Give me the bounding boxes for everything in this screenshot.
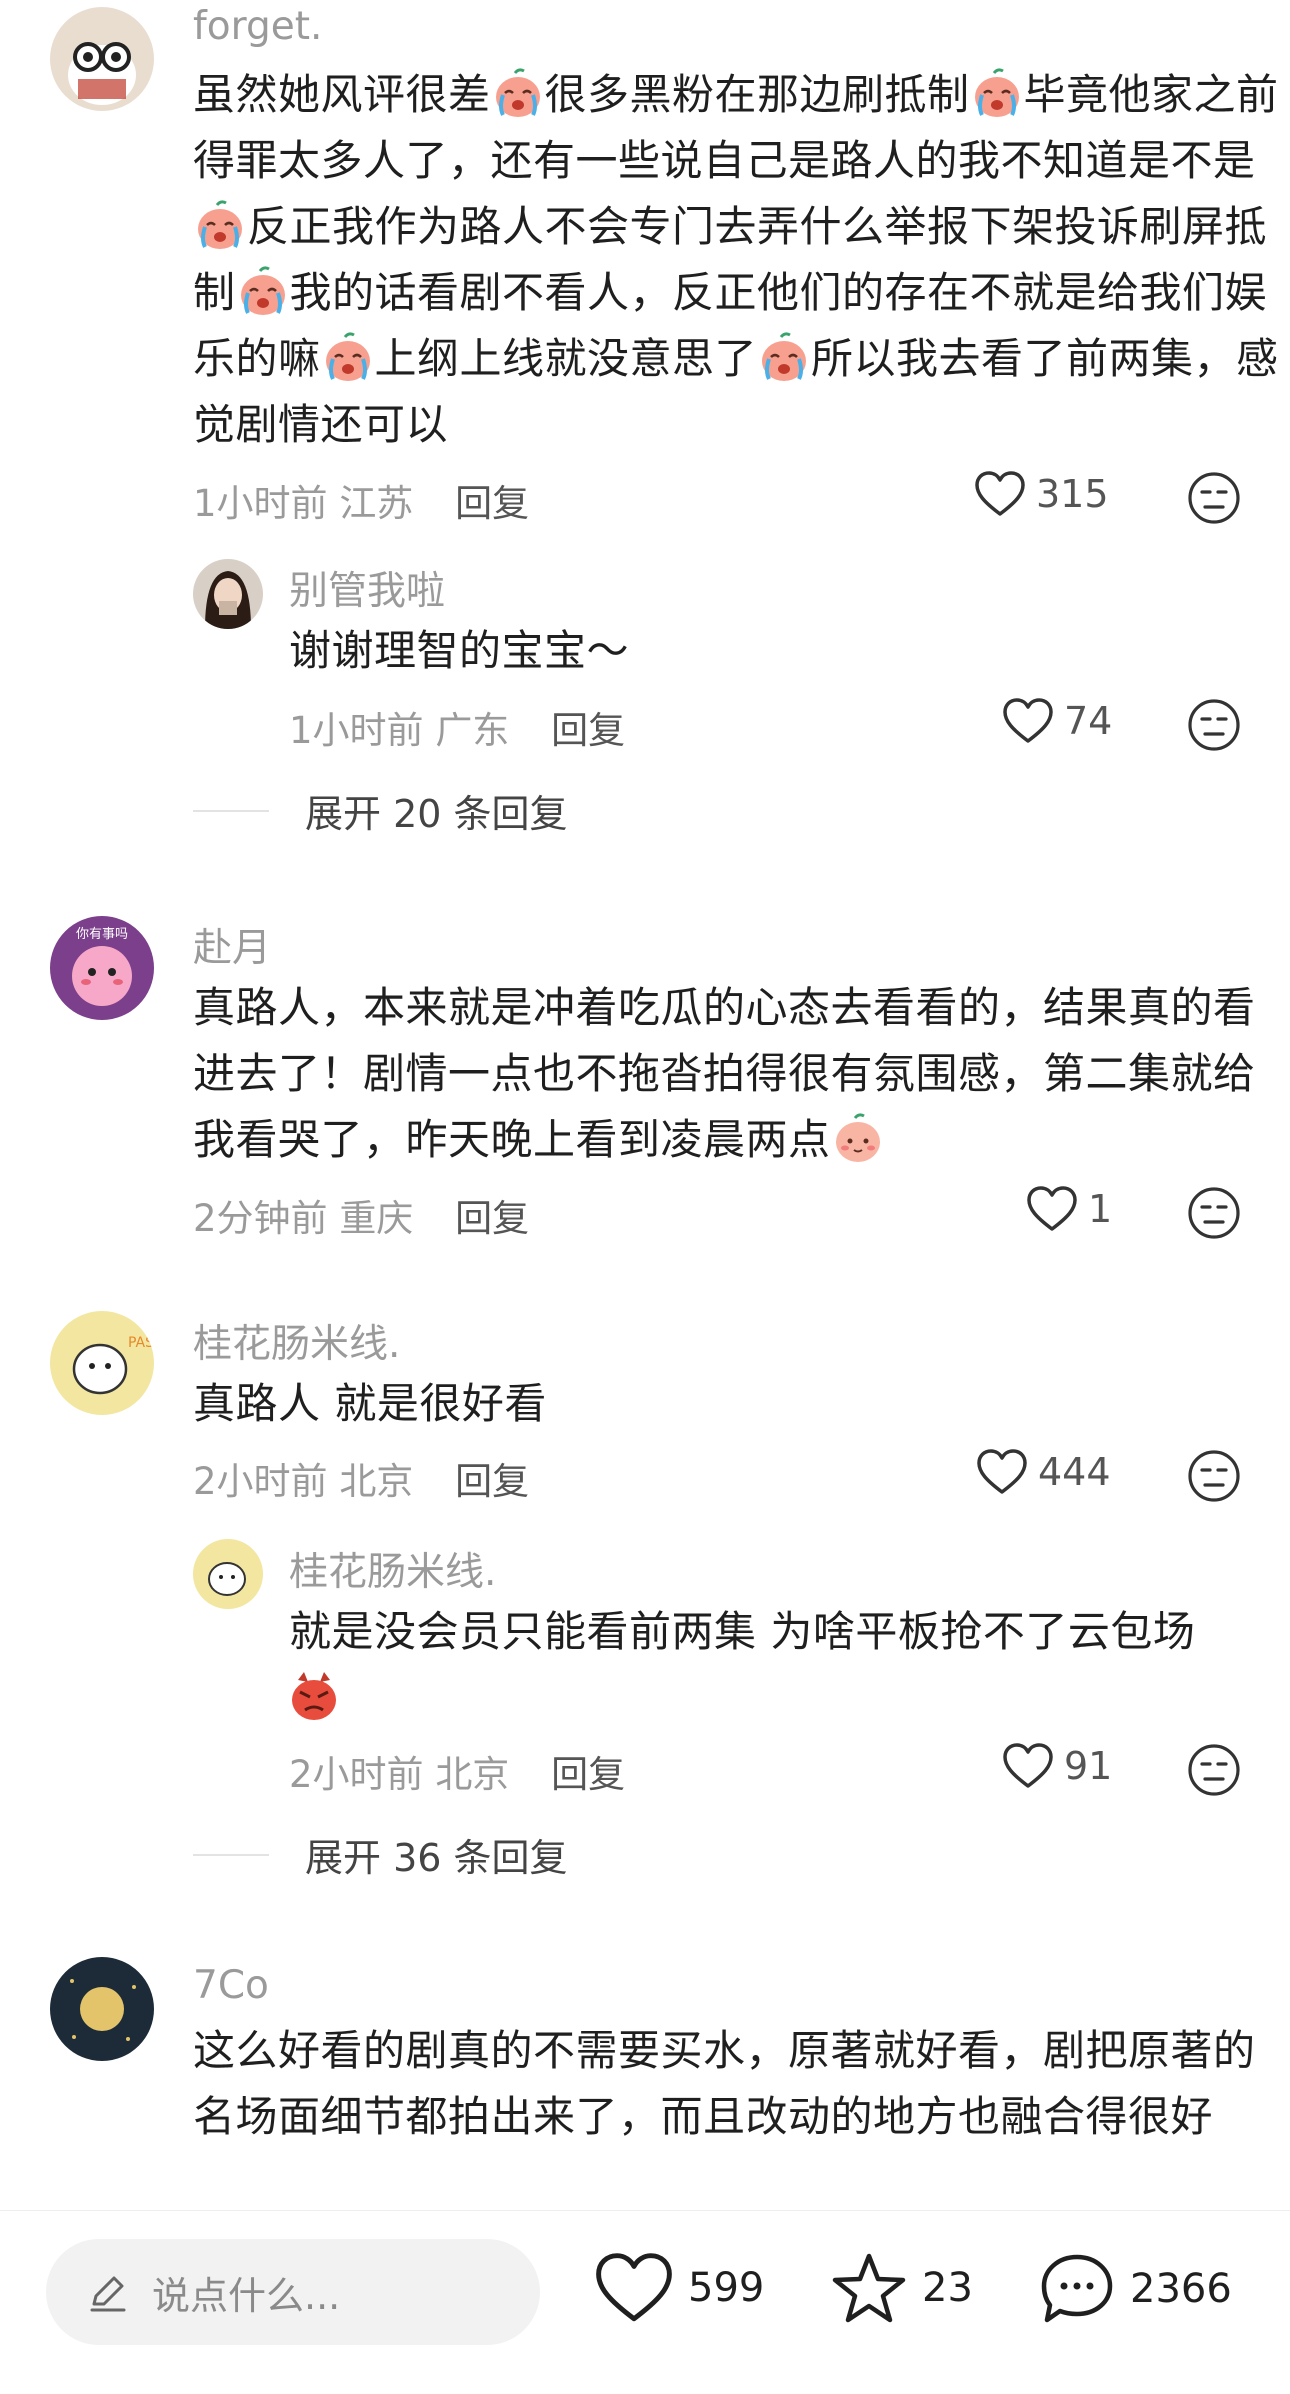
shy-emoji [833,1112,883,1164]
comment-meta: 1小时前 江苏 回复 [193,473,529,527]
comment-username[interactable]: 7Co [193,1963,269,2008]
comment-text-segment: 虽然她风评很差 [193,70,491,119]
comment-location: 北京 [339,1460,414,1503]
comment-time: 2分钟前 [193,1197,328,1240]
cry-emoji [493,67,543,119]
avatar-caption: 你有事吗 [76,927,128,942]
favorite-count: 23 [922,2265,973,2311]
reply-time: 1小时前 [289,709,424,752]
comment-username[interactable]: 赴月 [193,917,271,973]
comment-location: 江苏 [339,482,414,525]
heart-icon [1026,1185,1078,1233]
cry-emoji [238,265,288,317]
avatar[interactable] [50,7,154,111]
comment-meta: 2分钟前 重庆 回复 [193,1188,529,1242]
like-count: 315 [1036,472,1109,516]
favorite-button[interactable]: 23 [830,2251,973,2325]
reply-username[interactable]: 别管我啦 [289,560,445,616]
heart-icon [1002,1742,1054,1790]
dislike-face-icon [1186,1185,1242,1241]
comment-text: 这么好看的剧真的不需要买水，原著就好看，剧把原著的名场面细节都拍出来了，而且改动… [193,2026,1256,2141]
comment-time: 2小时前 [193,1460,328,1503]
comment-username[interactable]: 桂花肠米线. [193,1313,400,1369]
like-button[interactable]: 91 [1002,1742,1112,1790]
comment-text-segment: 很多黑粉在那边刷抵制 [544,70,970,119]
reply-button[interactable]: 回复 [455,1197,529,1240]
like-button[interactable]: 315 [974,470,1109,518]
divider [193,1853,269,1856]
reply-button[interactable]: 回复 [455,1460,529,1503]
like-post-button[interactable]: 599 [594,2251,764,2325]
like-button[interactable]: 1 [1026,1185,1112,1233]
comment-text: 真路人 就是很好看 [193,1379,547,1428]
comment-text-segment: 上纲上线就没意思了 [374,334,758,383]
avatar[interactable]: PASS [50,1311,154,1415]
avatar[interactable] [50,1957,154,2061]
comments-count: 2366 [1130,2266,1232,2312]
star-icon [832,2253,906,2323]
avatar[interactable]: 你有事吗 [50,916,154,1020]
comments-button[interactable]: 2366 [1038,2251,1232,2327]
reply-meta: 2小时前 北京 回复 [289,1744,625,1798]
reply-location: 广东 [435,709,510,752]
reply-meta: 1小时前 广东 回复 [289,700,625,754]
avatar[interactable] [193,1539,263,1609]
heart-icon [1002,697,1054,745]
like-count: 1 [1088,1187,1113,1231]
expand-replies-label: 展开 36 条回复 [305,1836,568,1880]
dislike-button[interactable] [1186,697,1242,753]
comment-time: 1小时前 [193,482,328,525]
like-count: 74 [1064,699,1113,743]
divider [193,809,269,812]
reply-button[interactable]: 回复 [551,1753,625,1796]
angry-emoji [289,1670,339,1722]
like-button[interactable]: 74 [1002,697,1112,745]
expand-replies-button[interactable]: 展开 36 条回复 [193,1827,568,1882]
expand-replies-label: 展开 20 条回复 [305,792,568,836]
cry-emoji [195,199,245,251]
heart-icon [974,470,1026,518]
dislike-face-icon [1186,697,1242,753]
bottom-action-bar: 说点什么... 599 23 2366 [0,2210,1290,2394]
comment-location: 重庆 [339,1197,414,1240]
heart-icon [976,1448,1028,1496]
dislike-button[interactable] [1186,1448,1242,1504]
dislike-face-icon [1186,470,1242,526]
reply-text-segment: 就是没会员只能看前两集 为啥平板抢不了云包场 [289,1607,1196,1656]
reply-text: 就是没会员只能看前两集 为啥平板抢不了云包场 [289,1599,1239,1731]
heart-icon [596,2253,672,2322]
dislike-button[interactable] [1186,1185,1242,1241]
reply-text: 谢谢理智的宝宝～ [289,626,630,675]
cry-emoji [759,331,809,383]
dislike-face-icon [1186,1742,1242,1798]
chat-bubble-icon [1041,2254,1113,2323]
reply-time: 2小时前 [289,1753,424,1796]
dislike-face-icon [1186,1448,1242,1504]
comment-input[interactable]: 说点什么... [46,2239,540,2345]
avatar-caption: PASS [128,1335,154,1351]
dislike-button[interactable] [1186,1742,1242,1798]
comment-text: 虽然她风评很差 很多黑粉在那边刷抵制 毕竟他家之前得罪太多人了，还有一些说自己是路人… [193,62,1290,458]
comment-meta: 2小时前 北京 回复 [193,1451,529,1505]
pen-icon [90,2276,126,2312]
reply-username[interactable]: 桂花肠米线. [289,1541,496,1597]
avatar[interactable] [193,559,263,629]
cry-emoji [972,67,1022,119]
like-post-count: 599 [688,2265,765,2311]
reply-location: 北京 [435,1753,510,1796]
expand-replies-button[interactable]: 展开 20 条回复 [193,783,568,838]
comment-text: 真路人，本来就是冲着吃瓜的心态去看看的，结果真的看进去了！剧情一点也不拖沓拍得很… [193,975,1290,1173]
reply-button[interactable]: 回复 [551,709,625,752]
comment-text-segment: 真路人，本来就是冲着吃瓜的心态去看看的，结果真的看进去了！剧情一点也不拖沓拍得很… [193,983,1256,1164]
dislike-button[interactable] [1186,470,1242,526]
comment-input-placeholder: 说点什么... [152,2273,341,2318]
cry-emoji [323,331,373,383]
reply-button[interactable]: 回复 [455,482,529,525]
comment-username[interactable]: forget. [193,4,322,49]
like-count: 91 [1064,1744,1113,1788]
like-count: 444 [1038,1450,1111,1494]
like-button[interactable]: 444 [976,1448,1111,1496]
